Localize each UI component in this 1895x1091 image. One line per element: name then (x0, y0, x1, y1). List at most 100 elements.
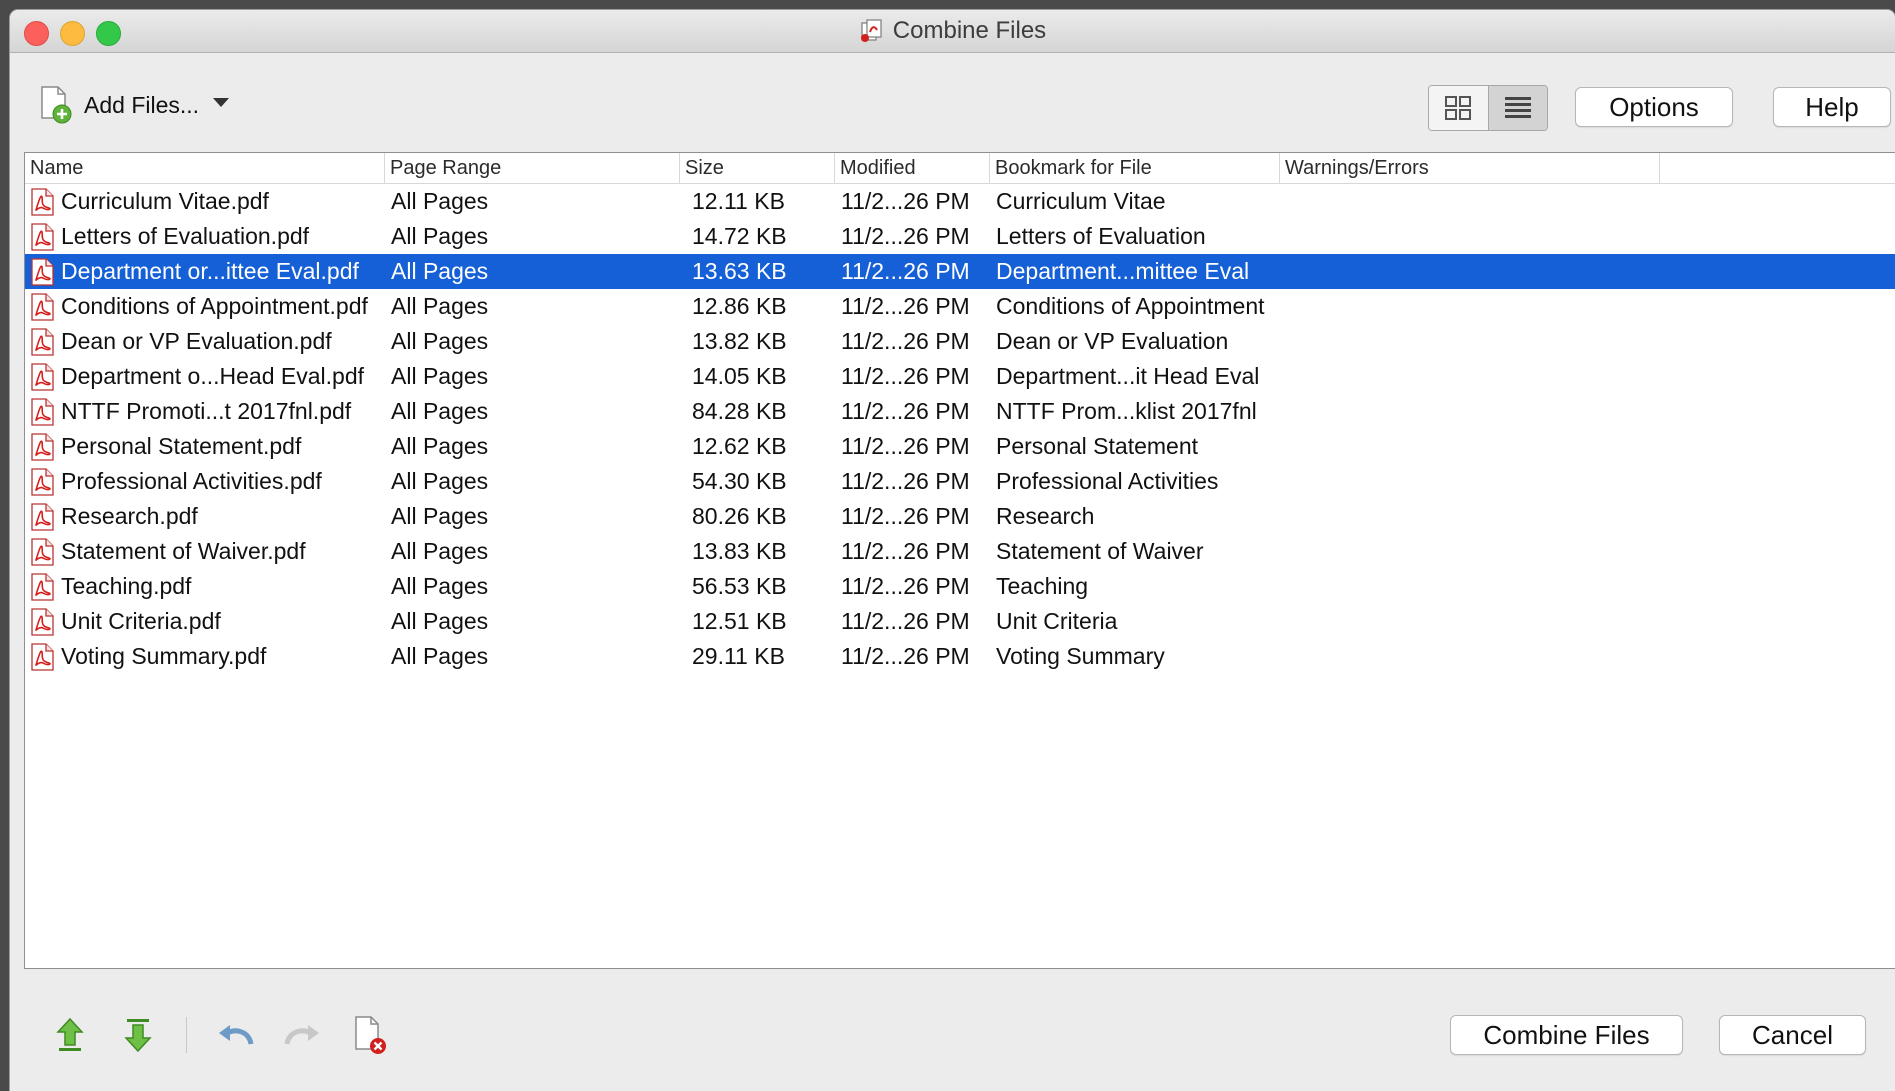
combine-files-window: Combine Files Add Files... Options Help … (10, 10, 1895, 1091)
file-size-cell: 12.51 KB (692, 608, 787, 634)
table-row[interactable]: Department or...ittee Eval.pdf All Pages 1… (25, 254, 1895, 289)
column-header-size[interactable]: Size (680, 153, 835, 183)
file-size-cell: 14.05 KB (692, 363, 787, 389)
bookmark-cell[interactable]: Dean or VP Evaluation (990, 328, 1280, 355)
page-range-cell[interactable]: All Pages (385, 328, 680, 355)
file-size-cell: 80.26 KB (692, 503, 787, 529)
thumbnail-view-button[interactable] (1429, 86, 1489, 130)
file-name-cell: Dean or VP Evaluation.pdf (25, 327, 385, 356)
column-header-bookmark[interactable]: Bookmark for File (990, 153, 1280, 183)
pdf-file-icon (31, 607, 55, 636)
file-name-cell: Teaching.pdf (25, 572, 385, 601)
chevron-down-icon[interactable] (213, 97, 230, 107)
table-row[interactable]: NTTF Promoti...t 2017fnl.pdf All Pages 84.… (25, 394, 1895, 429)
cancel-button[interactable]: Cancel (1719, 1015, 1866, 1055)
thumbnail-grid-icon (1445, 96, 1472, 120)
modified-cell: 11/2...26 PM (841, 573, 970, 599)
file-name: Statement of Waiver.pdf (61, 538, 306, 564)
column-header-warnings[interactable]: Warnings/Errors (1280, 153, 1660, 183)
file-name-cell: Statement of Waiver.pdf (25, 537, 385, 566)
pdf-file-icon (31, 502, 55, 531)
file-size-cell: 12.11 KB (692, 188, 785, 214)
list-view-icon (1504, 97, 1531, 118)
redo-button[interactable] (283, 1013, 323, 1057)
page-range-cell[interactable]: All Pages (385, 398, 680, 425)
window-title-group: Combine Files (10, 10, 1895, 52)
bookmark-cell[interactable]: Department...it Head Eval (990, 363, 1280, 390)
remove-file-icon (355, 1016, 386, 1054)
undo-button[interactable] (215, 1013, 255, 1057)
file-name-cell: Conditions of Appointment.pdf (25, 292, 385, 321)
file-name: Department o...Head Eval.pdf (61, 363, 364, 389)
page-range-cell[interactable]: All Pages (385, 258, 680, 285)
page-range-cell[interactable]: All Pages (385, 538, 680, 565)
table-row[interactable]: Unit Criteria.pdf All Pages 12.51 KB 11/2..… (25, 604, 1895, 639)
file-name: Department or...ittee Eval.pdf (61, 258, 359, 284)
file-size-cell: 56.53 KB (692, 573, 787, 599)
table-row[interactable]: Dean or VP Evaluation.pdf All Pages 13.82 … (25, 324, 1895, 359)
bookmark-cell[interactable]: Teaching (990, 573, 1280, 600)
page-range-cell[interactable]: All Pages (385, 468, 680, 495)
modified-cell: 11/2...26 PM (841, 538, 970, 564)
file-name: Teaching.pdf (61, 573, 192, 599)
file-name-cell: NTTF Promoti...t 2017fnl.pdf (25, 397, 385, 426)
table-row[interactable]: Curriculum Vitae.pdf All Pages 12.11 KB 11/… (25, 184, 1895, 219)
help-button[interactable]: Help (1773, 87, 1891, 127)
file-name-cell: Unit Criteria.pdf (25, 607, 385, 636)
column-header-name[interactable]: Name (25, 153, 385, 183)
bookmark-cell[interactable]: Department...mittee Eval (990, 258, 1280, 285)
modified-cell: 11/2...26 PM (841, 503, 970, 529)
bookmark-cell[interactable]: Unit Criteria (990, 608, 1280, 635)
pdf-file-icon (31, 467, 55, 496)
column-header-modified[interactable]: Modified (835, 153, 990, 183)
file-name-cell: Professional Activities.pdf (25, 467, 385, 496)
file-size-cell: 12.62 KB (692, 433, 787, 459)
file-name: NTTF Promoti...t 2017fnl.pdf (61, 398, 352, 424)
page-range-cell[interactable]: All Pages (385, 643, 680, 670)
modified-cell: 11/2...26 PM (841, 643, 970, 669)
page-range-cell[interactable]: All Pages (385, 608, 680, 635)
table-row[interactable]: Research.pdf All Pages 80.26 KB 11/2...26 P… (25, 499, 1895, 534)
bookmark-cell[interactable]: NTTF Prom...klist 2017fnl (990, 398, 1280, 425)
table-row[interactable]: Personal Statement.pdf All Pages 12.62 KB 1… (25, 429, 1895, 464)
combine-files-button[interactable]: Combine Files (1450, 1015, 1683, 1055)
table-row[interactable]: Voting Summary.pdf All Pages 29.11 KB 11/2.… (25, 639, 1895, 674)
page-range-cell[interactable]: All Pages (385, 293, 680, 320)
remove-file-button[interactable] (351, 1013, 391, 1057)
pdf-file-icon (31, 362, 55, 391)
bookmark-cell[interactable]: Curriculum Vitae (990, 188, 1280, 215)
add-files-button[interactable]: Add Files... (38, 80, 230, 130)
modified-cell: 11/2...26 PM (841, 293, 970, 319)
page-range-cell[interactable]: All Pages (385, 433, 680, 460)
move-up-button[interactable] (50, 1013, 90, 1057)
table-body: Curriculum Vitae.pdf All Pages 12.11 KB 11/… (25, 184, 1895, 674)
table-row[interactable]: Conditions of Appointment.pdf All Pages 12… (25, 289, 1895, 324)
move-down-button[interactable] (118, 1013, 158, 1057)
page-range-cell[interactable]: All Pages (385, 503, 680, 530)
view-mode-toggle (1428, 85, 1548, 131)
bookmark-cell[interactable]: Letters of Evaluation (990, 223, 1280, 250)
bookmark-cell[interactable]: Statement of Waiver (990, 538, 1280, 565)
title-bar[interactable]: Combine Files (10, 10, 1895, 53)
file-name: Personal Statement.pdf (61, 433, 302, 459)
page-range-cell[interactable]: All Pages (385, 223, 680, 250)
bookmark-cell[interactable]: Voting Summary (990, 643, 1280, 670)
bookmark-cell[interactable]: Conditions of Appointment (990, 293, 1280, 320)
options-button[interactable]: Options (1575, 87, 1733, 127)
table-row[interactable]: Teaching.pdf All Pages 56.53 KB 11/2...26 P… (25, 569, 1895, 604)
page-range-cell[interactable]: All Pages (385, 573, 680, 600)
table-row[interactable]: Department o...Head Eval.pdf All Pages 14.… (25, 359, 1895, 394)
page-range-cell[interactable]: All Pages (385, 188, 680, 215)
file-name: Conditions of Appointment.pdf (61, 293, 368, 319)
column-header-page-range[interactable]: Page Range (385, 153, 680, 183)
bookmark-cell[interactable]: Personal Statement (990, 433, 1280, 460)
bookmark-cell[interactable]: Professional Activities (990, 468, 1280, 495)
page-range-cell[interactable]: All Pages (385, 363, 680, 390)
file-name-cell: Department o...Head Eval.pdf (25, 362, 385, 391)
table-row[interactable]: Letters of Evaluation.pdf All Pages 14.72 … (25, 219, 1895, 254)
list-view-button[interactable] (1488, 86, 1547, 130)
table-row[interactable]: Professional Activities.pdf All Pages 54.3… (25, 464, 1895, 499)
table-row[interactable]: Statement of Waiver.pdf All Pages 13.83 KB… (25, 534, 1895, 569)
file-size-cell: 13.83 KB (692, 538, 787, 564)
bookmark-cell[interactable]: Research (990, 503, 1280, 530)
